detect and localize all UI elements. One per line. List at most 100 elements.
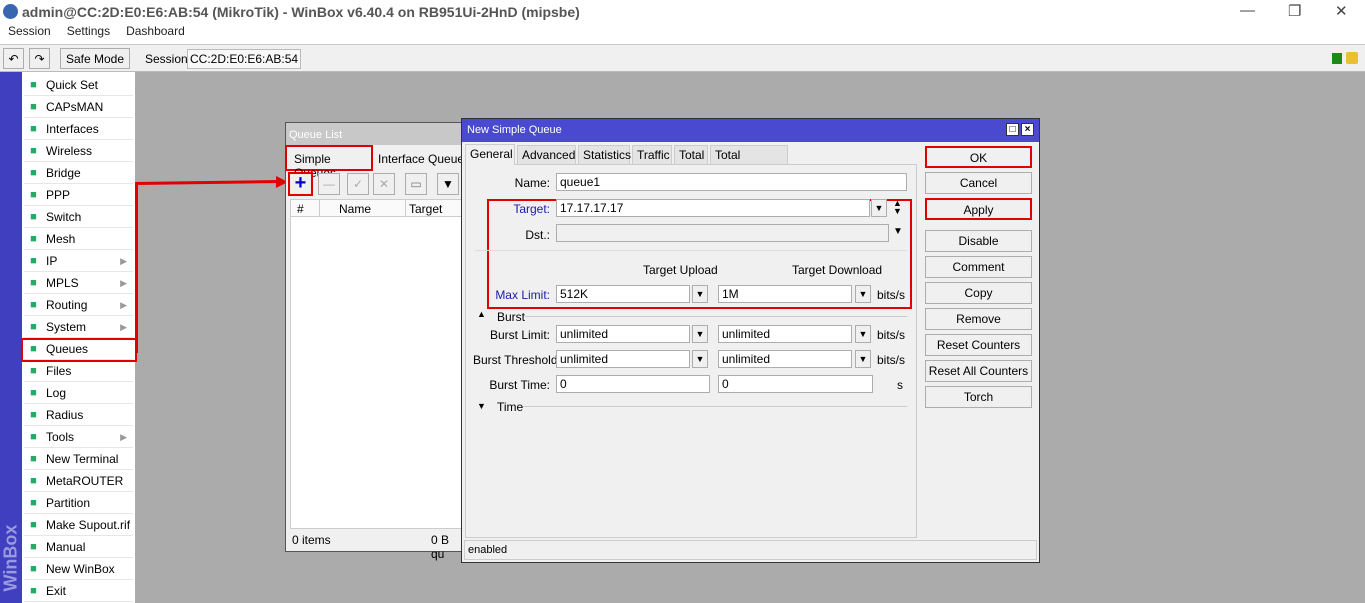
column-number[interactable]: # [297, 202, 304, 216]
burst-limit-upload-dropdown-icon[interactable]: ▼ [692, 325, 708, 343]
burst-limit-unit: bits/s [877, 328, 906, 342]
reset-all-counters-button[interactable]: Reset All Counters [925, 360, 1032, 382]
minimize-button[interactable]: — [1240, 2, 1255, 19]
safe-mode-button[interactable]: Safe Mode [60, 48, 130, 69]
remove-button[interactable]: Remove [925, 308, 1032, 330]
sidebar-item-radius[interactable]: ■ Radius [24, 404, 133, 426]
menu-settings[interactable]: Settings [67, 24, 110, 38]
sidebar-item-wireless[interactable]: ■ Wireless [24, 140, 133, 162]
redo-button[interactable]: ↷ [29, 48, 50, 69]
sidebar-item-metarouter[interactable]: ■ MetaROUTER [24, 470, 133, 492]
sidebar-item-partition[interactable]: ■ Partition [24, 492, 133, 514]
tab-advanced[interactable]: Advanced [517, 145, 576, 164]
undo-button[interactable]: ↶ [3, 48, 24, 69]
add-button[interactable]: + [288, 172, 313, 196]
close-icon[interactable]: × [1021, 123, 1034, 136]
enable-icon[interactable]: ✓ [347, 173, 369, 195]
submenu-arrow-icon: ▶ [120, 300, 127, 310]
sidebar-item-new-winbox[interactable]: ■ New WinBox [24, 558, 133, 580]
sidebar-item-files[interactable]: ■ Files [24, 360, 133, 382]
max-limit-label[interactable]: Max Limit: [460, 288, 550, 302]
sidebar-item-quick-set[interactable]: ■ Quick Set [24, 74, 133, 96]
comment-button[interactable]: Comment [925, 256, 1032, 278]
name-input[interactable]: queue1 [556, 173, 907, 191]
divider [525, 316, 907, 317]
close-button[interactable]: ✕ [1335, 2, 1348, 20]
disable-icon[interactable]: ✕ [373, 173, 395, 195]
menu-dashboard[interactable]: Dashboard [126, 24, 185, 38]
tab-statistics[interactable]: Statistics [578, 145, 631, 164]
highlight-queues [21, 338, 137, 362]
expand-time-icon[interactable]: ▼ [477, 401, 486, 411]
burst-time-upload-input[interactable]: 0 [556, 375, 710, 393]
sidebar-item-new-terminal[interactable]: ■ New Terminal [24, 448, 133, 470]
burst-threshold-download-dropdown-icon[interactable]: ▼ [855, 350, 871, 368]
tab-total-statistics[interactable]: Total Statistics [710, 145, 788, 180]
column-name[interactable]: Name [339, 202, 371, 216]
burst-threshold-unit: bits/s [877, 353, 906, 367]
sidebar-item-log[interactable]: ■ Log [24, 382, 133, 404]
sidebar-item-ip[interactable]: ■ IP ▶ [24, 250, 133, 272]
target-label[interactable]: Target: [460, 202, 550, 216]
table-header: # Name Target [291, 200, 461, 217]
cancel-button[interactable]: Cancel [925, 172, 1032, 194]
tab-traffic[interactable]: Traffic [632, 145, 672, 164]
target-dropdown-icon[interactable]: ▼ [871, 199, 887, 217]
tab-interface-queues[interactable]: Interface Queues [378, 152, 470, 166]
sidebar-item-label: CAPsMAN [46, 100, 104, 114]
burst-threshold-download-input[interactable]: unlimited [718, 350, 852, 368]
reset-counters-button[interactable]: Reset Counters [925, 334, 1032, 356]
sidebar-item-switch[interactable]: ■ Switch [24, 206, 133, 228]
comment-icon[interactable]: ▭ [405, 173, 427, 195]
sidebar-item-exit[interactable]: ■ Exit [24, 580, 133, 602]
burst-limit-download-input[interactable]: unlimited [718, 325, 852, 343]
burst-limit-download-dropdown-icon[interactable]: ▼ [855, 325, 871, 343]
column-target[interactable]: Target [409, 202, 442, 216]
sidebar-item-label: Bridge [46, 166, 81, 180]
dst-input[interactable] [556, 224, 889, 242]
max-download-dropdown-icon[interactable]: ▼ [855, 285, 871, 303]
burst-section-label[interactable]: Burst [497, 310, 525, 324]
tab-total[interactable]: Total [674, 145, 708, 164]
restore-button[interactable]: ❐ [1288, 2, 1301, 20]
sidebar-item-bridge[interactable]: ■ Bridge [24, 162, 133, 184]
mesh-icon: ■ [30, 233, 37, 245]
disable-button[interactable]: Disable [925, 230, 1032, 252]
remove-icon[interactable]: — [318, 173, 340, 195]
sidebar-item-capsman[interactable]: ■ CAPsMAN [24, 96, 133, 118]
burst-threshold-upload-dropdown-icon[interactable]: ▼ [692, 350, 708, 368]
sidebar-item-tools[interactable]: ■ Tools ▶ [24, 426, 133, 448]
add-remove-target-icon[interactable]: ▲ ▼ [893, 199, 902, 216]
sidebar-item-interfaces[interactable]: ■ Interfaces [24, 118, 133, 140]
copy-button[interactable]: Copy [925, 282, 1032, 304]
tab-general[interactable]: General [465, 144, 515, 165]
apply-button[interactable]: Apply [925, 198, 1032, 220]
ok-button[interactable]: OK [925, 146, 1032, 168]
sidebar-item-label: Tools [46, 430, 75, 444]
target-input[interactable]: 17.17.17.17 [556, 199, 870, 217]
torch-button[interactable]: Torch [925, 386, 1032, 408]
collapse-burst-icon[interactable]: ▲ [477, 309, 486, 319]
sidebar-item-mesh[interactable]: ■ Mesh [24, 228, 133, 250]
max-limit-download-input[interactable]: 1M [718, 285, 852, 303]
maximize-icon[interactable]: □ [1006, 123, 1019, 136]
sidebar-item-make-supout-rif[interactable]: ■ Make Supout.rif [24, 514, 133, 536]
menu-bar: Session Settings Dashboard [0, 24, 1365, 44]
time-section-label[interactable]: Time [497, 400, 523, 414]
dst-dropdown-icon[interactable]: ▼ [893, 226, 903, 237]
submenu-arrow-icon: ▶ [120, 256, 127, 266]
tab-simple-queues[interactable]: Simple Queues [285, 145, 373, 180]
sidebar-item-ppp[interactable]: ■ PPP [24, 184, 133, 206]
sidebar-item-system[interactable]: ■ System ▶ [24, 316, 133, 338]
max-upload-dropdown-icon[interactable]: ▼ [692, 285, 708, 303]
sidebar-item-mpls[interactable]: ■ MPLS ▶ [24, 272, 133, 294]
menu-session[interactable]: Session [8, 24, 51, 38]
filter-icon[interactable]: ▼ [437, 173, 459, 195]
burst-threshold-upload-input[interactable]: unlimited [556, 350, 690, 368]
sidebar-item-routing[interactable]: ■ Routing ▶ [24, 294, 133, 316]
burst-time-label: Burst Time: [489, 378, 550, 392]
sidebar-item-manual[interactable]: ■ Manual [24, 536, 133, 558]
max-limit-upload-input[interactable]: 512K [556, 285, 690, 303]
burst-time-download-input[interactable]: 0 [718, 375, 873, 393]
burst-limit-upload-input[interactable]: unlimited [556, 325, 690, 343]
